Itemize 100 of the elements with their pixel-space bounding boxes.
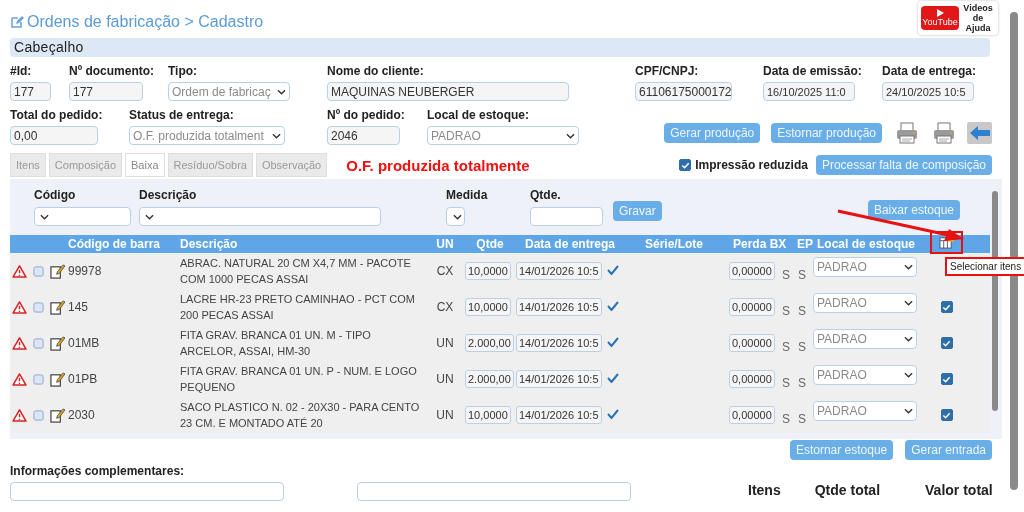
input-field[interactable]: 24/10/2025 10:5 bbox=[882, 82, 974, 101]
checkmark-icon bbox=[607, 373, 619, 383]
play-icon bbox=[936, 9, 944, 17]
tab[interactable]: Baixa bbox=[125, 153, 165, 177]
chevron-icon bbox=[272, 132, 281, 139]
checkbox[interactable] bbox=[940, 301, 953, 313]
dropdown[interactable]: PADRAO bbox=[813, 257, 917, 277]
input-field[interactable] bbox=[530, 207, 603, 226]
input-field[interactable]: 177 bbox=[69, 82, 143, 101]
checkmark-icon bbox=[607, 409, 619, 419]
chevron-icon bbox=[277, 88, 286, 95]
edit-icon[interactable] bbox=[50, 371, 65, 387]
chevron-icon bbox=[145, 213, 154, 220]
warning-icon[interactable] bbox=[12, 300, 27, 314]
chevron-icon bbox=[40, 213, 49, 220]
totals-label: Qtde total bbox=[814, 482, 881, 500]
table-cell-text: S bbox=[797, 375, 807, 390]
dropdown[interactable] bbox=[446, 207, 465, 226]
input-field[interactable]: MAQUINAS NEUBERGER bbox=[327, 82, 569, 101]
checkbox[interactable] bbox=[679, 159, 692, 171]
field-label: Tipo: bbox=[168, 64, 198, 79]
edit-icon[interactable] bbox=[50, 335, 65, 351]
quantity-field[interactable]: 10,0000 bbox=[465, 406, 511, 424]
input-field[interactable] bbox=[10, 482, 284, 501]
table-cell-text: 99978 bbox=[68, 264, 103, 278]
loss-field[interactable]: 0,00000 bbox=[729, 298, 775, 316]
filter-label: Código bbox=[34, 188, 76, 203]
dropdown[interactable]: PADRAO bbox=[813, 401, 917, 421]
edit-icon[interactable] bbox=[50, 407, 65, 423]
table-cell-text: S bbox=[781, 303, 791, 318]
printer-icon[interactable] bbox=[932, 121, 956, 145]
table-cell-text: 145 bbox=[68, 300, 90, 314]
dropdown[interactable]: PADRAO bbox=[813, 329, 917, 349]
input-field[interactable]: 0,00 bbox=[10, 126, 98, 145]
status-message: O.F. produzida totalmente bbox=[346, 156, 530, 174]
edit-icon[interactable] bbox=[50, 299, 65, 315]
chevron-icon bbox=[904, 264, 913, 270]
table-cell-text: S bbox=[797, 267, 807, 282]
date-field[interactable]: 14/01/2026 10:5 bbox=[516, 298, 602, 316]
tooltip: Selecionar itens bbox=[945, 257, 1024, 276]
arrow-left-icon bbox=[969, 126, 990, 140]
table-cell-text: FITA GRAV. BRANCA 01 UN. M - TIPO ARCELOR, ASSAI, HM-30 bbox=[180, 328, 372, 359]
field-label: #Id: bbox=[10, 64, 32, 79]
field-label: Nome do cliente: bbox=[327, 64, 424, 79]
field-label: Local de estoque: bbox=[427, 108, 530, 123]
edit-icon[interactable] bbox=[50, 263, 65, 279]
warning-icon[interactable] bbox=[12, 264, 27, 278]
loss-field[interactable]: 0,00000 bbox=[729, 334, 775, 352]
title-text: Ordens de fabricação > Cadastro bbox=[27, 13, 264, 31]
quantity-field[interactable]: 2.000,00 bbox=[465, 334, 514, 352]
field-label: Status de entrega: bbox=[129, 108, 234, 123]
quantity-field[interactable]: 2.000,00 bbox=[465, 370, 514, 388]
table-cell-text: 2030 bbox=[68, 408, 96, 422]
table-cell-text: S bbox=[781, 375, 791, 390]
quantity-field[interactable]: 10,0000 bbox=[465, 262, 511, 280]
filter-label: Medida bbox=[446, 188, 488, 203]
table-cell-text: UN bbox=[435, 372, 455, 386]
column-header: Local de estoque bbox=[816, 236, 917, 253]
warning-icon[interactable] bbox=[12, 336, 27, 350]
brand-text: YouTube bbox=[922, 17, 958, 27]
dropdown[interactable]: PADRAO bbox=[813, 365, 917, 385]
table-cell-text: SACO PLASTICO N. 02 - 20X30 - PARA CENTO 23 CM. E MONTADO ATÉ 20 bbox=[180, 400, 421, 431]
input-field[interactable]: 61106175000172 bbox=[635, 82, 732, 101]
warning-icon[interactable] bbox=[12, 372, 27, 386]
table-cell-text: ABRAC. NATURAL 20 CM X4,7 MM - PACOTE COM 1000 PECAS ASSAI bbox=[180, 256, 412, 287]
loss-field[interactable]: 0,00000 bbox=[729, 262, 775, 280]
back-button[interactable] bbox=[967, 122, 992, 144]
date-field[interactable]: 14/01/2026 10:5 bbox=[516, 262, 602, 280]
input-field[interactable]: 16/10/2025 11:0 bbox=[763, 82, 855, 101]
loss-field[interactable]: 0,00000 bbox=[729, 370, 775, 388]
table-cell-text: CX bbox=[435, 264, 455, 278]
chevron-icon bbox=[904, 300, 913, 306]
checkbox[interactable] bbox=[940, 337, 953, 349]
warning-icon[interactable] bbox=[12, 408, 27, 422]
date-field[interactable]: 14/01/2026 10:5 bbox=[516, 406, 602, 424]
chevron-icon bbox=[566, 132, 575, 139]
loss-field[interactable]: 0,00000 bbox=[729, 406, 775, 424]
input-field[interactable]: 177 bbox=[10, 82, 51, 101]
column-header: Descrição bbox=[180, 236, 239, 253]
quantity-field[interactable]: 10,0000 bbox=[465, 298, 511, 316]
checkbox[interactable] bbox=[940, 373, 953, 385]
input-field[interactable]: 2046 bbox=[327, 126, 400, 145]
column-header: Código de barra bbox=[68, 236, 161, 253]
field-label: Nº do pedido: bbox=[327, 108, 405, 123]
help-label: Videos de Ajuda bbox=[962, 3, 994, 33]
field-label: Nº documento: bbox=[69, 64, 155, 79]
section-header: Cabeçalho bbox=[10, 38, 990, 57]
table-cell-text: S bbox=[781, 267, 791, 282]
printer-icon[interactable] bbox=[895, 121, 919, 145]
date-field[interactable]: 14/01/2026 10:5 bbox=[516, 370, 602, 388]
table-cell-text: S bbox=[797, 303, 807, 318]
input-field[interactable] bbox=[357, 482, 631, 501]
chevron-icon bbox=[904, 336, 913, 342]
checkmark-icon bbox=[607, 265, 619, 275]
dropdown[interactable]: PADRAO bbox=[813, 293, 917, 313]
checkbox[interactable] bbox=[940, 409, 953, 421]
table-cell-text: S bbox=[781, 411, 791, 426]
date-field[interactable]: 14/01/2026 10:5 bbox=[516, 334, 602, 352]
table-cell-text: S bbox=[797, 411, 807, 426]
column-header: Qtde bbox=[475, 236, 505, 253]
